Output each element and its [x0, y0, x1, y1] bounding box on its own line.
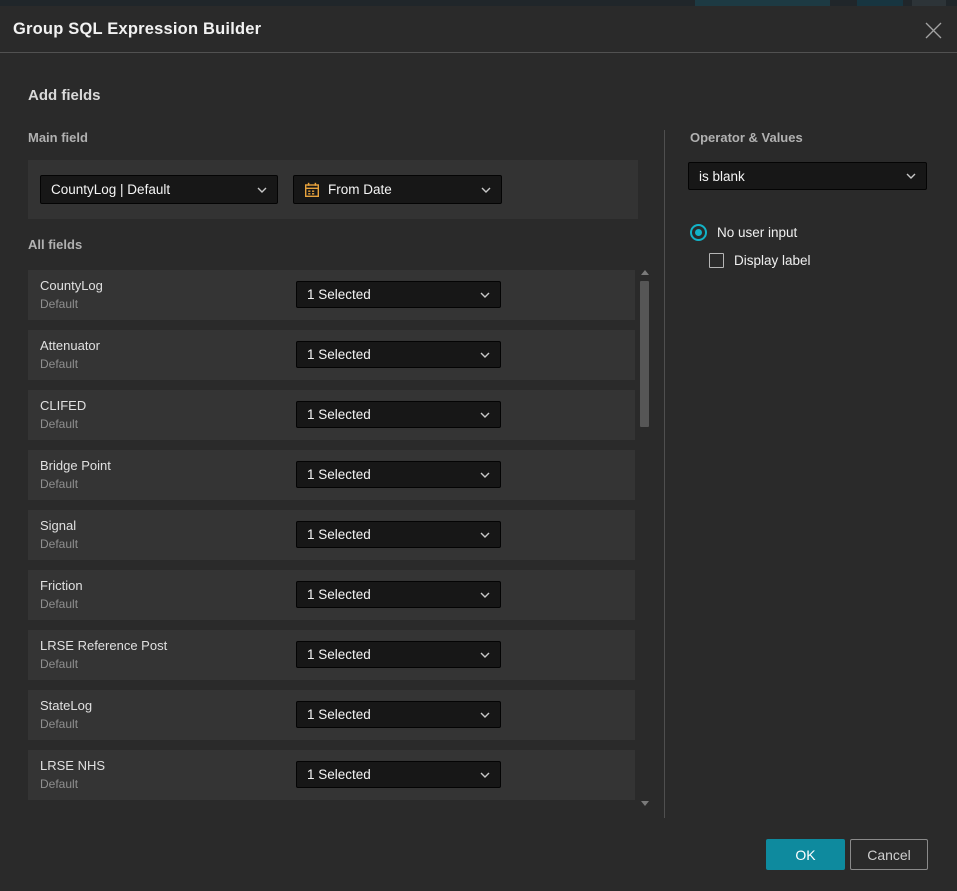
operator-values-label: Operator & Values — [690, 130, 803, 145]
no-user-input-radio[interactable]: No user input — [690, 224, 797, 241]
checkbox-unchecked-icon — [709, 253, 724, 268]
field-values-dropdown-value: 1 Selected — [307, 527, 472, 542]
field-values-dropdown-value: 1 Selected — [307, 407, 472, 422]
panel-divider — [664, 130, 665, 818]
field-name: LRSE NHS — [40, 758, 105, 773]
no-user-input-label: No user input — [717, 225, 797, 240]
ok-button[interactable]: OK — [766, 839, 845, 870]
display-label-checkbox[interactable]: Display label — [709, 253, 811, 268]
field-values-dropdown-value: 1 Selected — [307, 707, 472, 722]
field-values-dropdown[interactable]: 1 Selected — [296, 401, 501, 428]
field-row: LRSE NHS Default 1 Selected — [28, 750, 635, 800]
field-values-dropdown[interactable]: 1 Selected — [296, 521, 501, 548]
field-values-dropdown[interactable]: 1 Selected — [296, 641, 501, 668]
field-subtitle: Default — [40, 537, 78, 551]
main-field-label: Main field — [28, 130, 88, 145]
chevron-down-icon — [480, 652, 490, 658]
calendar-date-icon — [304, 182, 320, 198]
chevron-down-icon — [480, 772, 490, 778]
all-fields-label: All fields — [28, 237, 82, 252]
dialog-title-bar: Group SQL Expression Builder — [0, 6, 957, 53]
display-label-label: Display label — [734, 253, 811, 268]
field-row: Friction Default 1 Selected — [28, 570, 635, 620]
field-values-dropdown[interactable]: 1 Selected — [296, 581, 501, 608]
field-subtitle: Default — [40, 477, 78, 491]
scrollbar-down-arrow[interactable] — [641, 801, 649, 806]
chevron-down-icon — [480, 472, 490, 478]
field-row: CLIFED Default 1 Selected — [28, 390, 635, 440]
field-values-dropdown-value: 1 Selected — [307, 767, 472, 782]
scrollbar-up-arrow[interactable] — [641, 270, 649, 275]
chevron-down-icon — [906, 173, 916, 179]
chevron-down-icon — [257, 187, 267, 193]
field-subtitle: Default — [40, 657, 78, 671]
main-field-dropdown-value: From Date — [328, 182, 465, 197]
chevron-down-icon — [480, 712, 490, 718]
field-row: CountyLog Default 1 Selected — [28, 270, 635, 320]
chevron-down-icon — [480, 592, 490, 598]
field-subtitle: Default — [40, 777, 78, 791]
main-field-dropdown[interactable]: From Date — [293, 175, 502, 204]
field-values-dropdown[interactable]: 1 Selected — [296, 281, 501, 308]
field-values-dropdown[interactable]: 1 Selected — [296, 701, 501, 728]
group-sql-expression-builder-dialog: Group SQL Expression Builder Add fields … — [0, 6, 957, 891]
field-row: StateLog Default 1 Selected — [28, 690, 635, 740]
chevron-down-icon — [480, 532, 490, 538]
field-name: Friction — [40, 578, 83, 593]
field-subtitle: Default — [40, 717, 78, 731]
field-subtitle: Default — [40, 417, 78, 431]
scrollbar-thumb[interactable] — [640, 281, 649, 427]
chevron-down-icon — [481, 187, 491, 193]
field-values-dropdown[interactable]: 1 Selected — [296, 461, 501, 488]
close-button[interactable] — [921, 18, 945, 42]
field-name: CLIFED — [40, 398, 86, 413]
field-name: StateLog — [40, 698, 92, 713]
add-fields-heading: Add fields — [28, 87, 101, 104]
dialog-title: Group SQL Expression Builder — [13, 20, 261, 39]
field-row: LRSE Reference Post Default 1 Selected — [28, 630, 635, 680]
chevron-down-icon — [480, 412, 490, 418]
field-values-dropdown-value: 1 Selected — [307, 647, 472, 662]
field-name: Bridge Point — [40, 458, 111, 473]
field-row: Signal Default 1 Selected — [28, 510, 635, 560]
all-fields-list: CountyLog Default 1 Selected Attenuator … — [28, 270, 635, 810]
field-subtitle: Default — [40, 597, 78, 611]
operator-dropdown-value: is blank — [699, 169, 898, 184]
field-values-dropdown[interactable]: 1 Selected — [296, 761, 501, 788]
chevron-down-icon — [480, 292, 490, 298]
field-name: Attenuator — [40, 338, 100, 353]
field-name: CountyLog — [40, 278, 103, 293]
main-layer-dropdown[interactable]: CountyLog | Default — [40, 175, 278, 204]
close-icon — [925, 22, 942, 39]
chevron-down-icon — [480, 352, 490, 358]
main-layer-dropdown-value: CountyLog | Default — [51, 182, 249, 197]
field-values-dropdown-value: 1 Selected — [307, 587, 472, 602]
cancel-button[interactable]: Cancel — [850, 839, 928, 870]
field-values-dropdown-value: 1 Selected — [307, 287, 472, 302]
field-name: Signal — [40, 518, 76, 533]
field-subtitle: Default — [40, 357, 78, 371]
fields-list-scrollbar[interactable] — [639, 264, 651, 808]
radio-selected-icon — [690, 224, 707, 241]
field-subtitle: Default — [40, 297, 78, 311]
field-row: Bridge Point Default 1 Selected — [28, 450, 635, 500]
main-field-strip: CountyLog | Default From Date — [28, 160, 638, 219]
field-row: Attenuator Default 1 Selected — [28, 330, 635, 380]
field-values-dropdown-value: 1 Selected — [307, 467, 472, 482]
field-values-dropdown[interactable]: 1 Selected — [296, 341, 501, 368]
operator-dropdown[interactable]: is blank — [688, 162, 927, 190]
field-values-dropdown-value: 1 Selected — [307, 347, 472, 362]
field-name: LRSE Reference Post — [40, 638, 167, 653]
